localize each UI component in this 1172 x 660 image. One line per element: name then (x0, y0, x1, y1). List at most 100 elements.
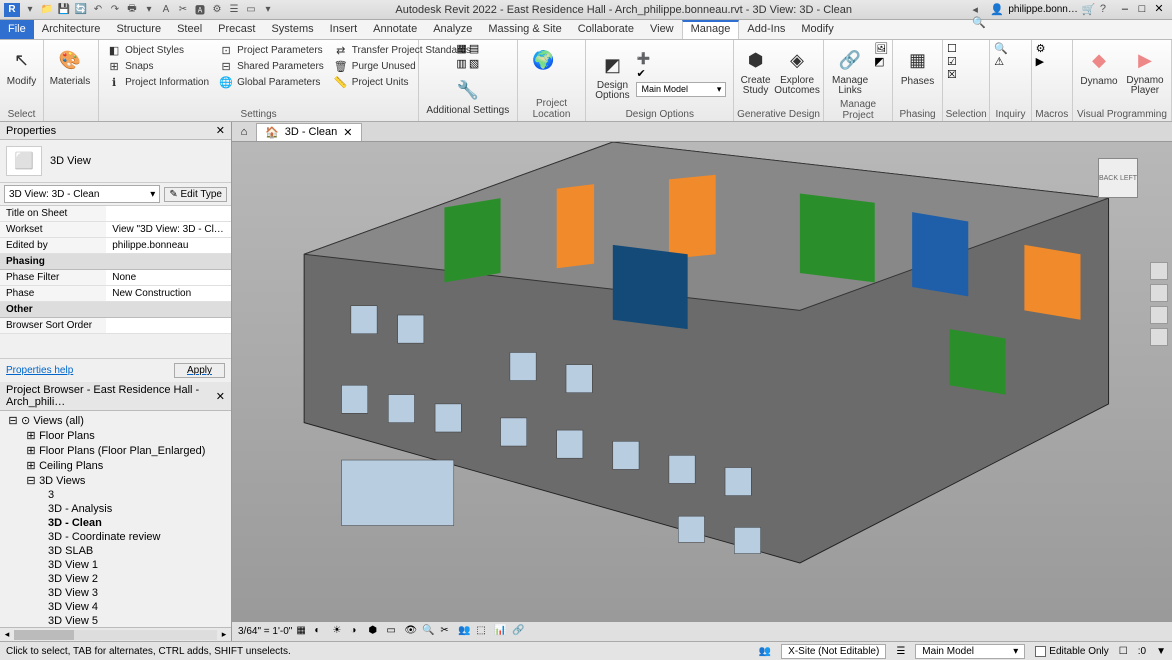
tree-floorplans-enlarged[interactable]: ⊞ Floor Plans (Floor Plan_Enlarged) (4, 443, 227, 458)
view-2[interactable]: 3D View 2 (4, 572, 227, 586)
qat-cut-icon[interactable]: ✂ (176, 3, 190, 17)
hide-icon[interactable]: 👁 (404, 625, 418, 639)
tab-file[interactable]: File (0, 20, 34, 39)
global-params-button[interactable]: 🌐Global Parameters (215, 74, 328, 90)
view-slab[interactable]: 3D SLAB (4, 544, 227, 558)
design-options-button[interactable]: ◩Design Options (590, 47, 634, 101)
create-study-button[interactable]: ⬢Create Study (738, 42, 773, 96)
prop-phasefilter-v[interactable]: None (106, 270, 231, 285)
tab-modify[interactable]: Modify (793, 20, 841, 39)
minimize-button[interactable]: – (1118, 3, 1132, 17)
navigation-bar[interactable] (1150, 262, 1168, 346)
project-tree[interactable]: ⊟ ⊙ Views (all) ⊞ Floor Plans ⊞ Floor Pl… (0, 411, 231, 627)
prop-sort-v[interactable] (106, 318, 231, 333)
shared-params-button[interactable]: ⊟Shared Parameters (215, 58, 328, 74)
tab-massing[interactable]: Massing & Site (480, 20, 569, 39)
building-model[interactable] (242, 142, 1152, 591)
nav-pan-icon[interactable] (1150, 284, 1168, 302)
qat-settings-icon[interactable]: ⚙ (210, 3, 224, 17)
qat-window-icon[interactable]: ▭ (244, 3, 258, 17)
render-icon[interactable]: ⬢ (368, 625, 382, 639)
qat-open-icon[interactable]: ▾ (23, 3, 37, 17)
status-select-icon[interactable]: ☐ (1119, 646, 1128, 657)
qat-measure-icon[interactable]: ▾ (142, 3, 156, 17)
location-button[interactable]: 🌍 (522, 42, 566, 74)
prop-workset-v[interactable]: View "3D View: 3D - Cl… (106, 222, 231, 237)
qat-undo-icon[interactable]: ↶ (91, 3, 105, 17)
nav-zoom-icon[interactable] (1150, 306, 1168, 324)
view-tab[interactable]: 🏠3D - Clean✕ (256, 123, 362, 141)
browser-scrollbar[interactable]: ◂▸ (0, 627, 231, 641)
edit-type-button[interactable]: ✎ Edit Type (164, 187, 227, 202)
tab-structure[interactable]: Structure (108, 20, 169, 39)
tab-addins[interactable]: Add-Ins (739, 20, 793, 39)
tab-close-icon[interactable]: ✕ (343, 126, 352, 139)
project-info-button[interactable]: ℹProject Information (103, 74, 213, 90)
view-analysis[interactable]: 3D - Analysis (4, 502, 227, 516)
panel-icon[interactable]: ▤ (469, 42, 479, 55)
editable-only-checkbox[interactable]: Editable Only (1035, 646, 1108, 657)
sel1-icon[interactable]: ☐ (947, 42, 957, 55)
view-coord[interactable]: 3D - Coordinate review (4, 530, 227, 544)
explore-outcomes-button[interactable]: ◈Explore Outcomes (775, 42, 819, 96)
qat-text-icon[interactable]: A (159, 3, 173, 17)
qat-save-icon[interactable]: 💾 (57, 3, 71, 17)
tab-annotate[interactable]: Annotate (365, 20, 425, 39)
views-root[interactable]: ⊟ ⊙ Views (all) (4, 413, 227, 428)
phases-button[interactable]: ▦Phases (897, 42, 938, 87)
viewcube[interactable]: BACK LEFT (1098, 158, 1148, 208)
prop-phase-v[interactable]: New Construction (106, 286, 231, 301)
sel2-icon[interactable]: ☑ (947, 55, 957, 68)
other-icon[interactable]: ▧ (469, 57, 479, 70)
tab-steel[interactable]: Steel (169, 20, 210, 39)
modify-button[interactable]: ↖Modify (4, 42, 39, 87)
3d-viewport[interactable]: BACK LEFT (232, 142, 1172, 621)
user-name[interactable]: philippe.bonn… (1008, 4, 1078, 15)
qat-list-icon[interactable]: ☰ (227, 3, 241, 17)
struct-icon[interactable]: ▥ (456, 57, 466, 70)
view-1[interactable]: 3D View 1 (4, 558, 227, 572)
active-workset[interactable]: X-Site (Not Editable) (781, 644, 886, 659)
view-4[interactable]: 3D View 4 (4, 600, 227, 614)
materials-button[interactable]: 🎨Materials (48, 42, 92, 87)
worksharing-icon[interactable]: 👥 (458, 625, 472, 639)
qat-print-icon[interactable]: 🖶 (125, 3, 139, 17)
view-clean[interactable]: 3D - Clean (4, 516, 227, 530)
main-model-combo[interactable]: Main Model▾ (636, 82, 726, 97)
dynamo-button[interactable]: ◆Dynamo (1077, 42, 1121, 87)
model-icon[interactable]: ☰ (896, 646, 905, 657)
sun-icon[interactable]: ☀ (332, 625, 346, 639)
link-display-icon[interactable]: 🔗 (512, 625, 526, 639)
shadow-icon[interactable]: ◑ (350, 625, 364, 639)
search-icon[interactable]: ◂🔍 (972, 3, 986, 17)
apply-button[interactable]: Apply (174, 363, 225, 378)
app-icon[interactable]: R (4, 3, 20, 17)
manage-links-button[interactable]: 🔗Manage Links (828, 42, 872, 96)
detail-icon[interactable]: ▦ (296, 625, 310, 639)
tree-ceiling[interactable]: ⊞ Ceiling Plans (4, 458, 227, 473)
properties-close-icon[interactable]: ✕ (216, 124, 225, 137)
snaps-button[interactable]: ⊞Snaps (103, 58, 213, 74)
project-params-button[interactable]: ⊡Project Parameters (215, 42, 328, 58)
cart-icon[interactable]: 🛒 (1082, 3, 1096, 17)
tab-systems[interactable]: Systems (263, 20, 321, 39)
qat-a-icon[interactable]: 🅰 (193, 3, 207, 17)
object-styles-button[interactable]: ◧Object Styles (103, 42, 213, 58)
nav-wheel-icon[interactable] (1150, 262, 1168, 280)
decal-icon[interactable]: ◩ (874, 55, 888, 68)
tree-floorplans[interactable]: ⊞ Floor Plans (4, 428, 227, 443)
help-icon[interactable]: ? (1100, 3, 1114, 17)
crop-icon[interactable]: ▭ (386, 625, 400, 639)
add-option-icon[interactable]: ➕ (636, 52, 726, 65)
tab-insert[interactable]: Insert (322, 20, 366, 39)
qat-redo-icon[interactable]: ↷ (108, 3, 122, 17)
prop-title-v[interactable] (106, 206, 231, 221)
qat-drop-icon[interactable]: ▾ (261, 3, 275, 17)
macro2-icon[interactable]: ▶ (1036, 55, 1046, 68)
prop-editedby-v[interactable]: philippe.bonneau (106, 238, 231, 253)
manage-img-icon[interactable]: 🖼 (874, 42, 888, 55)
home-tab-icon[interactable]: ⌂ (236, 124, 252, 140)
pick-option-icon[interactable]: ✔ (636, 67, 726, 80)
nav-orbit-icon[interactable] (1150, 328, 1168, 346)
macro1-icon[interactable]: ⚙ (1036, 42, 1046, 55)
